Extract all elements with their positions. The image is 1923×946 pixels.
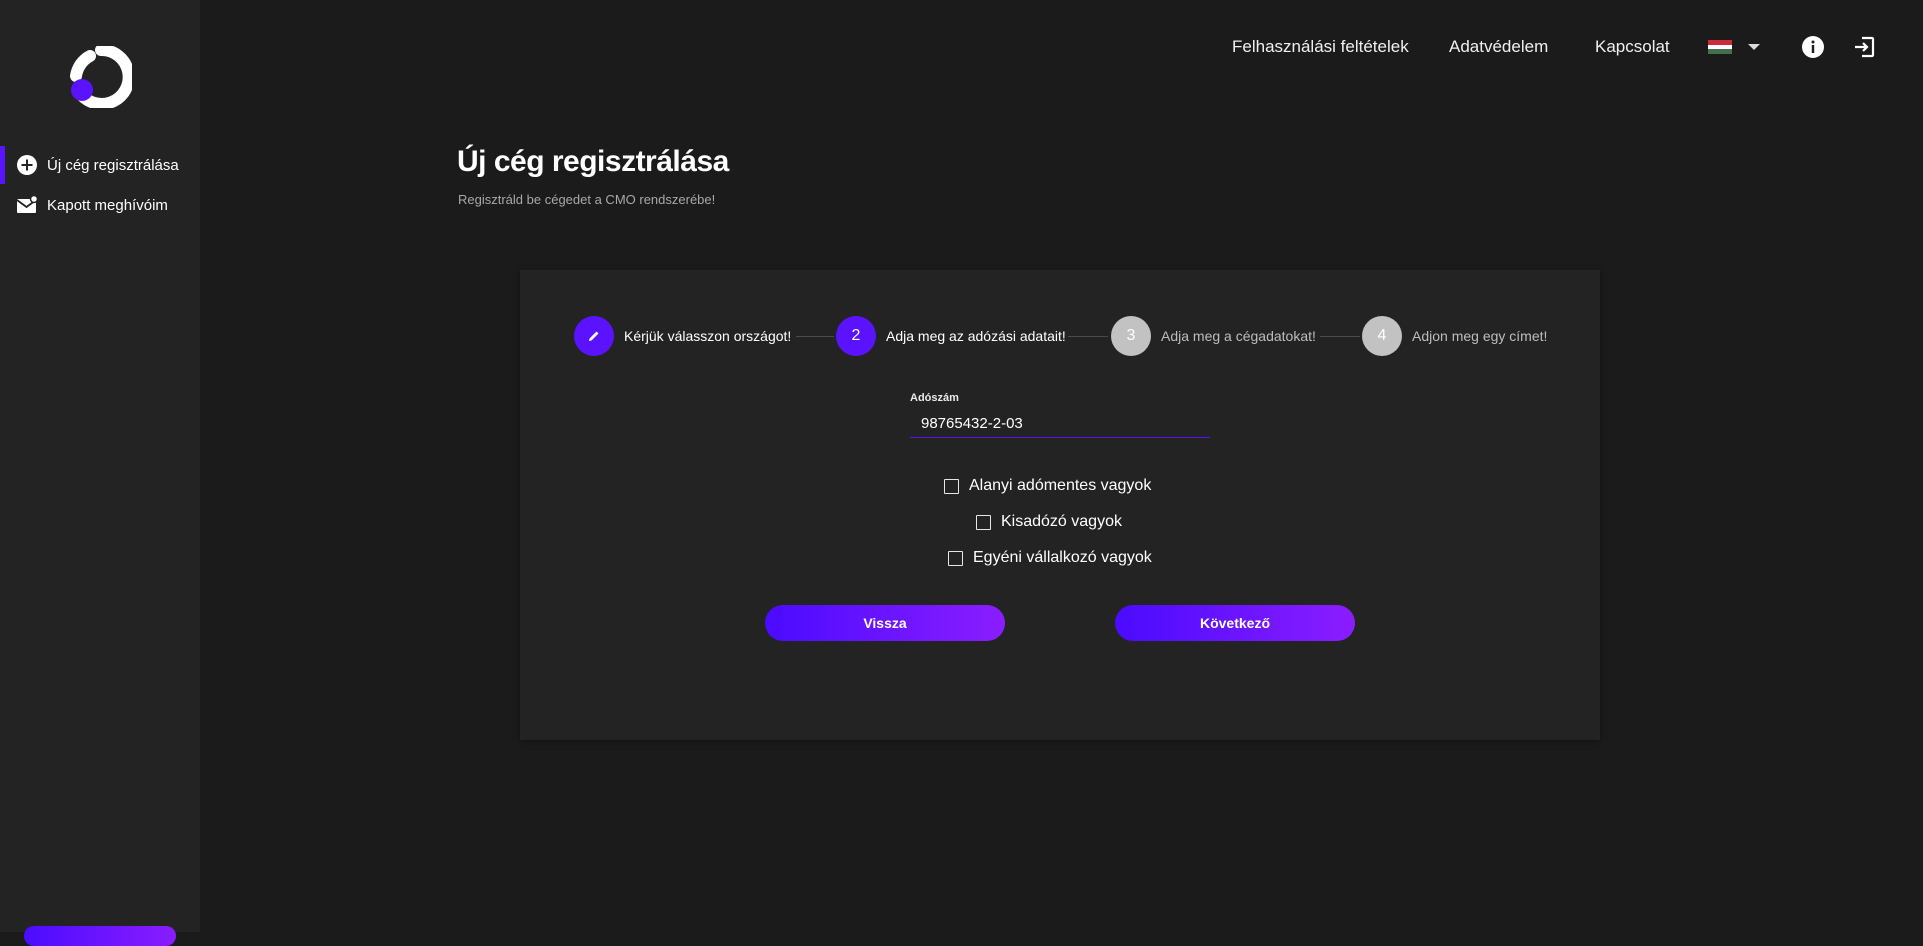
step-country[interactable]: Kérjük válasszon országot! — [574, 316, 791, 356]
tax-number-label: Adószám — [910, 392, 959, 404]
nav-contact-link[interactable]: Kapcsolat — [1595, 37, 1670, 57]
checkbox-label: Egyéni vállalkozó vagyok — [973, 549, 1152, 566]
step-label: Adja meg az adózási adatait! — [886, 328, 1066, 344]
pencil-icon — [589, 331, 599, 341]
step-connector — [796, 336, 834, 337]
back-button[interactable]: Vissza — [765, 605, 1005, 641]
step-marker — [574, 316, 614, 356]
checkbox-box[interactable] — [948, 550, 963, 566]
sidebar: Új cég regisztrálása Kapott meghívóim — [0, 0, 200, 946]
sidebar-item-invitations[interactable]: Kapott meghívóim — [0, 186, 200, 224]
info-icon[interactable] — [1802, 36, 1824, 58]
page-title: Új cég regisztrálása — [457, 145, 729, 178]
step-marker: 2 — [836, 316, 876, 356]
tax-number-field: Adószám — [910, 392, 1210, 438]
hungarian-flag-icon — [1708, 40, 1732, 55]
sidebar-bottom-button[interactable] — [24, 926, 176, 946]
sidebar-item-new-company[interactable]: Új cég regisztrálása — [0, 146, 200, 184]
step-label: Adjon meg egy címet! — [1412, 328, 1548, 344]
stepper: Kérjük válasszon országot! 2 Adja meg az… — [574, 316, 1574, 356]
nav-privacy-link[interactable]: Adatvédelem — [1449, 37, 1548, 57]
nav-terms-link[interactable]: Felhasználási feltételek — [1232, 37, 1409, 57]
step-connector — [1320, 336, 1360, 337]
step-marker: 3 — [1111, 316, 1151, 356]
checkbox-small-taxpayer[interactable]: Kisadózó vagyok — [976, 513, 1122, 531]
add-circle-icon — [16, 154, 38, 176]
logout-icon[interactable] — [1853, 36, 1875, 58]
mail-notification-icon — [16, 194, 38, 216]
next-button[interactable]: Következő — [1115, 605, 1355, 641]
step-tax-data[interactable]: 2 Adja meg az adózási adatait! — [836, 316, 1066, 356]
step-label: Kérjük válasszon országot! — [624, 328, 792, 344]
chevron-down-icon — [1748, 44, 1760, 50]
checkbox-box[interactable] — [944, 478, 959, 494]
app-logo[interactable] — [70, 46, 132, 108]
language-selector[interactable] — [1708, 36, 1770, 58]
step-label: Adja meg a cégadatokat! — [1161, 328, 1316, 344]
tax-number-input[interactable] — [910, 410, 1210, 438]
page-subtitle: Regisztráld be cégedet a CMO rendszerébe… — [458, 192, 716, 207]
checkbox-box[interactable] — [976, 514, 991, 530]
step-connector — [1068, 336, 1108, 337]
checkbox-label: Kisadózó vagyok — [1001, 513, 1122, 530]
checkbox-sole-proprietor[interactable]: Egyéni vállalkozó vagyok — [948, 549, 1152, 567]
sidebar-item-label: Új cég regisztrálása — [47, 156, 179, 174]
registration-card: Kérjük válasszon országot! 2 Adja meg az… — [520, 270, 1600, 740]
checkbox-subjective-tax-exempt[interactable]: Alanyi adómentes vagyok — [944, 477, 1151, 495]
step-company-data[interactable]: 3 Adja meg a cégadatokat! — [1111, 316, 1316, 356]
step-address[interactable]: 4 Adjon meg egy címet! — [1362, 316, 1547, 356]
sidebar-item-label: Kapott meghívóim — [47, 196, 168, 214]
checkbox-label: Alanyi adómentes vagyok — [969, 477, 1152, 494]
step-marker: 4 — [1362, 316, 1402, 356]
